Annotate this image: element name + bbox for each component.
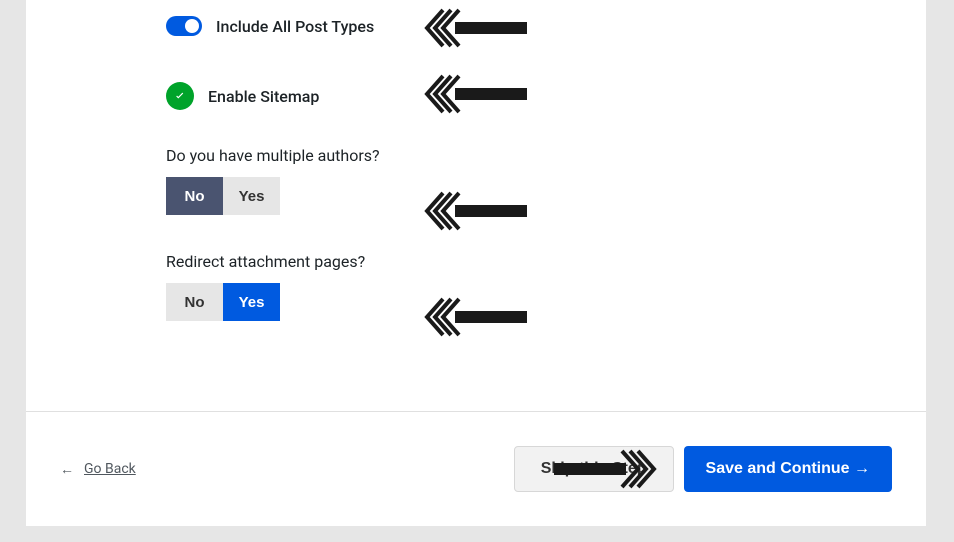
row-multiple-authors: Do you have multiple authors? No Yes [166,146,926,252]
check-circle-icon [166,82,194,110]
go-back-link[interactable]: ← Go Back [60,461,136,478]
multiple-authors-no-button[interactable]: No [166,177,223,215]
segmented-multiple-authors: No Yes [166,177,926,215]
multiple-authors-yes-button[interactable]: Yes [223,177,280,215]
save-continue-button[interactable]: Save and Continue → [684,446,892,492]
toggle-include-all-post-types[interactable]: Include All Post Types [166,16,374,36]
redirect-attachment-no-button[interactable]: No [166,283,223,321]
annotation-arrow-icon [421,8,527,48]
row-redirect-attachment: Redirect attachment pages? No Yes [166,252,926,358]
footer-right: Skip this Step Save and Continue → [514,446,892,492]
toggle-label: Include All Post Types [216,17,374,36]
segmented-redirect-attachment: No Yes [166,283,926,321]
question-redirect-attachment: Redirect attachment pages? [166,252,926,271]
toggle-enable-sitemap[interactable]: Enable Sitemap [166,82,319,110]
redirect-attachment-yes-button[interactable]: Yes [223,283,280,321]
skip-button[interactable]: Skip this Step [514,446,674,492]
toggle-switch-icon [166,16,202,36]
row-enable-sitemap: Enable Sitemap [166,66,926,132]
question-multiple-authors: Do you have multiple authors? [166,146,926,165]
toggle-label: Enable Sitemap [208,87,319,106]
go-back-label: Go Back [84,461,136,477]
row-include-all-post-types: Include All Post Types [166,0,926,66]
annotation-arrow-icon [421,74,527,114]
arrow-left-icon: ← [60,461,74,478]
footer: ← Go Back Skip this Step Save and Contin… [26,411,926,526]
